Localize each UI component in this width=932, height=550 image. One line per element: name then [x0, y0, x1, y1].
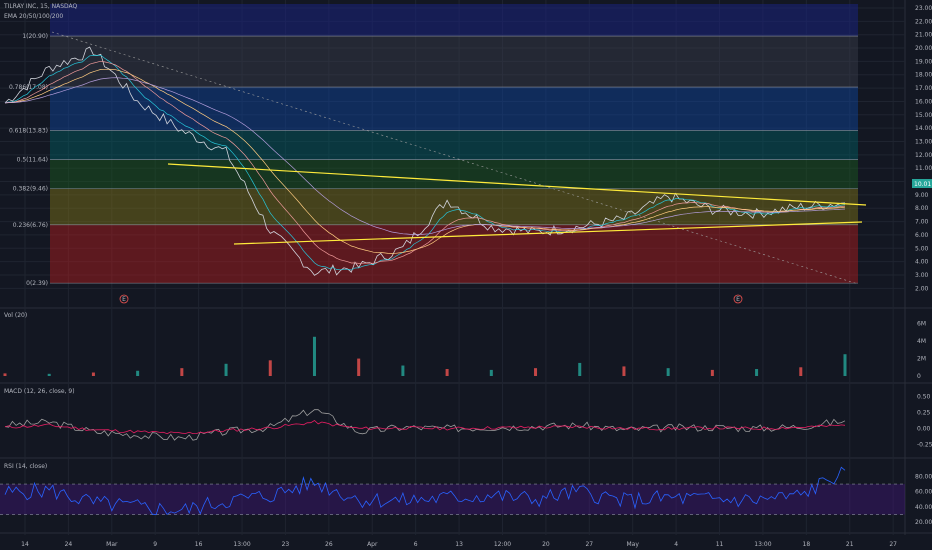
x-tick-label: 24	[65, 541, 73, 548]
price-tick-label: 9.00	[915, 192, 929, 199]
volume-bar	[224, 363, 228, 376]
volume-bar	[666, 368, 670, 376]
price-tick-label: 16.00	[915, 98, 932, 105]
volume-bar	[578, 362, 582, 376]
macd-tick-label: -0.25	[917, 442, 932, 449]
fib-level-label: 0.382(9.46)	[13, 186, 48, 193]
x-axis-labels: 14 24 Mar 9 16 13:00 23 26 Apr 6 13 12:00 20 27 May 4 11…	[21, 541, 897, 548]
volume-tick-label: 0	[917, 373, 921, 380]
x-tick-label: 20	[542, 541, 550, 548]
fib-band	[50, 87, 858, 131]
volume-title: Vol (20)	[4, 312, 27, 319]
price-tick-label: 4.00	[915, 259, 929, 266]
volume-bar	[710, 369, 714, 376]
volume-bar	[268, 360, 272, 376]
price-tick-label: 13.00	[915, 138, 932, 145]
x-tick-label: 14	[21, 541, 29, 548]
fib-band	[50, 4, 858, 37]
price-tick-label: 19.00	[915, 58, 932, 65]
volume-bar	[47, 373, 51, 376]
x-tick-label: 18	[803, 541, 811, 548]
event-marker-label: E	[122, 296, 126, 303]
price-tick-label: 12.00	[915, 152, 932, 159]
fib-band	[50, 130, 858, 160]
price-tick-label: 2.00	[915, 285, 929, 292]
volume-bar	[843, 354, 847, 376]
price-tick-label: 18.00	[915, 72, 932, 79]
chart-root: 1(20.90) 0.786(17.08) 0.618(13.83) 0.5(11.6…	[0, 0, 932, 550]
price-tick-label: 3.00	[915, 272, 929, 279]
rsi-tick-label: 80.00	[915, 473, 932, 480]
volume-bar	[799, 367, 803, 376]
volume-tick-label: 2M	[917, 356, 926, 363]
x-tick-label: Apr	[367, 541, 378, 548]
fib-level-label: 0.618(13.83)	[9, 127, 48, 134]
x-tick-label: 12:00	[494, 541, 511, 548]
fib-level-label: 0.236(6.76)	[13, 222, 48, 229]
volume-bar	[445, 369, 449, 376]
macd-tick-label: 0.25	[917, 409, 931, 416]
volume-bar	[180, 368, 184, 376]
price-tick-label: 23.00	[915, 5, 932, 12]
price-tick-label: 14.00	[915, 125, 932, 132]
volume-bar	[312, 336, 316, 376]
fib-level-label: 1(20.90)	[22, 33, 48, 40]
fibonacci-bands: 1(20.90)0.786(17.08)0.618(13.83)0.5(11.6…	[9, 4, 858, 287]
volume-bar	[401, 365, 405, 376]
x-tick-label: 6	[414, 541, 418, 548]
fib-band	[50, 224, 858, 284]
x-tick-label: 21	[846, 541, 854, 548]
rsi-title: RSI (14, close)	[4, 463, 47, 470]
rsi-tick-label: 20.00	[915, 519, 932, 526]
price-tick-label: 20.00	[915, 45, 932, 52]
x-tick-label: 27	[585, 541, 593, 548]
indicator-line: EMA 20/50/100/200	[4, 13, 63, 20]
x-tick-label: May	[627, 541, 640, 548]
event-marker-label: E	[736, 296, 740, 303]
price-tick-label: 7.00	[915, 219, 929, 226]
rsi-tick-label: 40.00	[915, 504, 932, 511]
volume-bar	[534, 368, 538, 376]
x-tick-label: 13:00	[233, 541, 250, 548]
price-tick-label: 5.00	[915, 245, 929, 252]
x-tick-label: 4	[674, 541, 678, 548]
symbol-line: TILRAY INC, 15, NASDAQ	[3, 3, 78, 10]
rsi-tick-label: 60.00	[915, 489, 932, 496]
chart-canvas[interactable]: 1(20.90)0.786(17.08)0.618(13.83)0.5(11.6…	[0, 0, 932, 550]
x-tick-label: 13:00	[754, 541, 771, 548]
volume-tick-label: 4M	[917, 338, 926, 345]
x-tick-label: 27	[889, 541, 897, 548]
macd-tick-label: 0.50	[917, 393, 931, 400]
x-tick-label: 13	[455, 541, 463, 548]
volume-bar	[622, 366, 626, 376]
rsi-band	[0, 484, 905, 515]
price-tick-label: 6.00	[915, 232, 929, 239]
macd-tick-label: 0.00	[917, 426, 931, 433]
volume-bar	[357, 358, 361, 376]
price-tick-label: 8.00	[915, 205, 929, 212]
x-tick-label: 9	[153, 541, 157, 548]
x-tick-label: Mar	[106, 541, 118, 548]
x-tick-label: 26	[325, 541, 333, 548]
volume-tick-label: 6M	[917, 321, 926, 328]
price-tick-label: 17.00	[915, 85, 932, 92]
macd-title: MACD (12, 26, close, 9)	[4, 388, 75, 395]
price-tick-label: 22.00	[915, 18, 932, 25]
price-tick-label: 15.00	[915, 112, 932, 119]
price-tick-label: 21.00	[915, 32, 932, 39]
x-tick-label: 23	[282, 541, 290, 548]
volume-bar	[136, 370, 140, 376]
fib-band	[50, 36, 858, 88]
fib-level-label: 0.5(11.64)	[17, 157, 48, 164]
x-tick-label: 16	[195, 541, 203, 548]
volume-bar	[755, 369, 759, 376]
fib-level-label: 0(2.39)	[26, 280, 48, 287]
volume-bar	[3, 373, 7, 376]
volume-bar	[91, 372, 95, 376]
volume-bar	[489, 369, 493, 376]
price-tick-label: 11.00	[915, 165, 932, 172]
x-tick-label: 11	[716, 541, 724, 548]
price-marker-label: 10.01	[914, 181, 931, 188]
